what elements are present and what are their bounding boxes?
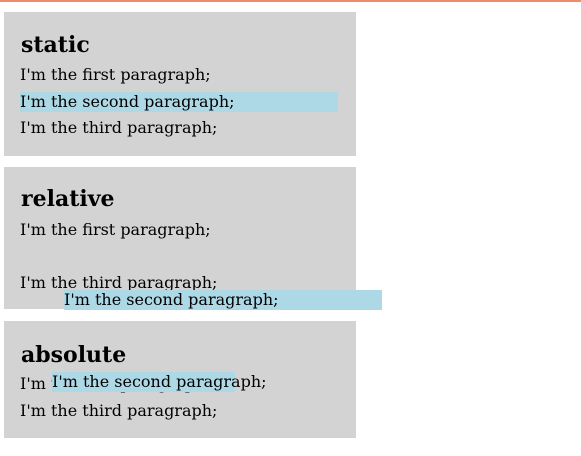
third-paragraph: I'm the third paragraph;: [20, 401, 218, 420]
first-paragraph: I'm the first paragraph;: [20, 220, 211, 239]
static-section: static I'm the first paragraph; I'm the …: [4, 12, 356, 156]
section-heading-absolute: absolute: [21, 342, 127, 368]
first-paragraph: I'm the first paragraph;: [20, 65, 211, 84]
third-paragraph: I'm the third paragraph;: [20, 118, 218, 137]
second-paragraph-highlighted: I'm the second paragraph;: [20, 92, 338, 112]
section-heading-static: static: [21, 32, 90, 58]
absolute-section: absolute I'm the first paragraph; I'm th…: [4, 321, 356, 438]
second-paragraph-highlighted: I'm the second paragraph;: [64, 290, 382, 310]
relative-section: relative I'm the first paragraph; I'm th…: [4, 167, 382, 310]
top-border: [0, 0, 581, 2]
second-paragraph-highlighted: I'm the second paragraph;: [52, 372, 267, 392]
section-heading-relative: relative: [21, 186, 115, 212]
